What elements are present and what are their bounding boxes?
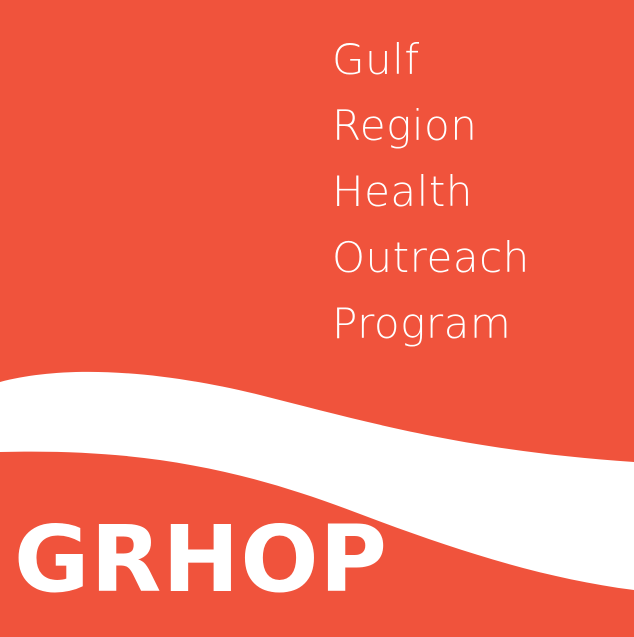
program-name-line: Region [332, 101, 478, 150]
grhop-logo: Gulf Region Health Outreach Program GRHO… [0, 0, 634, 637]
program-name-line: Gulf [332, 35, 420, 84]
program-name-line: Program [332, 299, 512, 348]
program-name: Gulf Region Health Outreach Program [332, 27, 530, 357]
program-name-line: Health [332, 167, 473, 216]
acronym: GRHOP [14, 506, 388, 613]
program-name-line: Outreach [332, 233, 530, 282]
